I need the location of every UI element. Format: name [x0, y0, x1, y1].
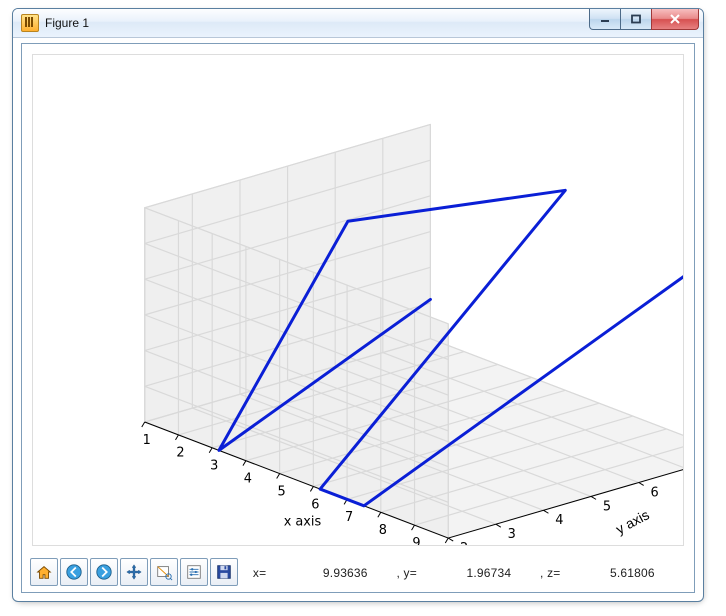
home-icon	[35, 563, 53, 581]
minimize-button[interactable]	[589, 9, 621, 30]
back-button[interactable]	[60, 558, 88, 586]
forward-button[interactable]	[90, 558, 118, 586]
titlebar[interactable]: Figure 1	[13, 9, 703, 38]
svg-text:1: 1	[143, 433, 151, 448]
arrow-left-icon	[65, 563, 83, 581]
pan-button[interactable]	[120, 558, 148, 586]
zoom-icon	[155, 563, 173, 581]
move-icon	[125, 563, 143, 581]
svg-text:7: 7	[345, 510, 353, 525]
svg-text:x axis: x axis	[284, 515, 322, 530]
status-x: x=9.93636	[253, 566, 393, 580]
axes3d[interactable]: 1234567891023456781234567x axisy axisz a…	[33, 55, 683, 545]
svg-text:6: 6	[650, 485, 658, 500]
svg-text:3: 3	[210, 459, 218, 474]
svg-text:4: 4	[555, 513, 563, 528]
plot-area[interactable]: 1234567891023456781234567x axisy axisz a…	[32, 54, 684, 546]
svg-text:2: 2	[460, 541, 468, 545]
configure-button[interactable]	[180, 558, 208, 586]
status-y: , y=1.96734	[396, 566, 536, 580]
status-bar: x=9.93636 , y=1.96734 , z=5.61806	[253, 566, 680, 580]
svg-text:5: 5	[278, 484, 286, 499]
status-z: , z=5.61806	[540, 566, 680, 580]
save-icon	[215, 563, 233, 581]
app-icon	[21, 14, 39, 32]
arrow-right-icon	[95, 563, 113, 581]
svg-text:6: 6	[311, 497, 319, 512]
svg-text:9: 9	[412, 536, 420, 545]
client-area: 1234567891023456781234567x axisy axisz a…	[21, 43, 695, 593]
nav-toolbar	[30, 558, 238, 586]
svg-text:4: 4	[244, 472, 252, 487]
sliders-icon	[185, 563, 203, 581]
figure-window-container: Figure 1 1234567891023456781234567x axis…	[0, 0, 726, 616]
home-button[interactable]	[30, 558, 58, 586]
close-button[interactable]	[651, 9, 699, 30]
svg-text:y axis: y axis	[613, 506, 652, 537]
save-button[interactable]	[210, 558, 238, 586]
svg-text:2: 2	[176, 446, 184, 461]
svg-text:8: 8	[379, 523, 387, 538]
zoom-button[interactable]	[150, 558, 178, 586]
figure-window: Figure 1 1234567891023456781234567x axis…	[12, 8, 704, 602]
svg-text:3: 3	[508, 527, 516, 542]
window-buttons	[590, 9, 699, 29]
svg-text:5: 5	[603, 499, 611, 514]
window-title: Figure 1	[45, 16, 89, 30]
maximize-button[interactable]	[620, 9, 652, 30]
